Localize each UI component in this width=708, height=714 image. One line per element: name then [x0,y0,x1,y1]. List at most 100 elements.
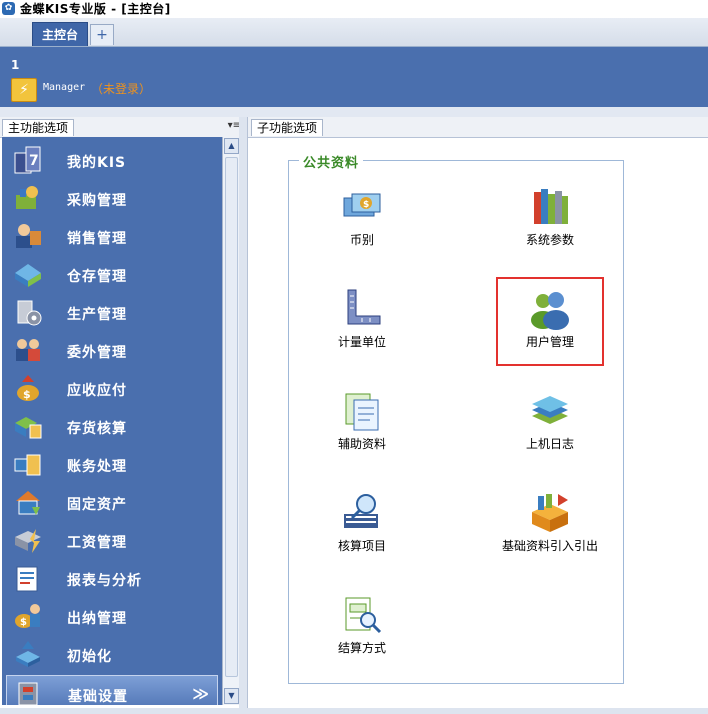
function-measurement-unit[interactable]: 计量单位 [307,288,417,370]
function-label: 辅助资料 [337,437,386,451]
nav-label: 应收应付 [67,383,127,399]
svg-text:$: $ [20,617,27,628]
nav-label: 工资管理 [67,535,127,551]
highlight-box [496,277,604,366]
purchase-icon [12,183,44,213]
tab-main-console[interactable]: 主控台 [32,22,88,46]
function-log[interactable]: 上机日志 [495,390,605,472]
auxiliary-data-icon [340,390,384,432]
function-settlement[interactable]: 结算方式 [307,594,417,676]
nav-scrollbar[interactable]: ▲ ▼ [222,137,240,705]
accounting-items-icon [340,492,384,534]
svg-text:$: $ [363,200,369,210]
report-icon [12,563,44,593]
main-function-header: 主功能选项 ▾≡ [0,117,245,138]
public-data-group: 公共资料 $ 币别 系统参数 计量单位 用户管理 辅助资料 上机日志 核算项目 … [288,152,624,684]
sub-function-tab[interactable]: 子功能选项 [251,119,324,136]
panel-splitter[interactable] [239,117,248,714]
group-title: 公共资料 [299,152,364,171]
function-currency[interactable]: $ 币别 [307,186,417,268]
nav-label: 采购管理 [67,193,127,209]
svg-text:7: 7 [29,153,39,169]
function-system-parameters[interactable]: 系统参数 [495,186,605,268]
scroll-thumb[interactable] [225,157,238,677]
main-function-tab[interactable]: 主功能选项 [2,119,75,136]
nav-item-cashier[interactable]: $ 出纳管理 [2,597,222,635]
scroll-down-arrow-icon[interactable]: ▼ [224,688,239,704]
sub-function-content: 公共资料 $ 币别 系统参数 计量单位 用户管理 辅助资料 上机日志 核算项目 … [248,138,708,708]
nav-item-report[interactable]: 报表与分析 [2,559,222,597]
user-info-bar: 1 ⚡ Manager （未登录） [0,47,708,107]
nav-item-ledger[interactable]: 账务处理 [2,445,222,483]
scroll-up-arrow-icon[interactable]: ▲ [224,138,239,154]
add-tab-button[interactable]: + [90,24,114,45]
nav-item-fixed-assets[interactable]: 固定资产 [2,483,222,521]
nav-item-warehouse[interactable]: 仓存管理 [2,255,222,293]
user-name: Manager [43,82,86,93]
log-icon [528,390,572,432]
nav-label: 出纳管理 [67,611,127,627]
nav-item-payroll[interactable]: 工资管理 [2,521,222,559]
cashier-icon: $ [12,601,44,631]
double-chevron-right-icon: ≫ [192,684,209,703]
initialize-icon [12,639,44,669]
nav-item-basic-settings[interactable]: 基础设置 ≫ [6,675,218,705]
warehouse-icon [12,259,44,289]
import-export-icon [528,492,572,534]
nav-label: 固定资产 [67,497,127,513]
nav-item-initialize[interactable]: 初始化 [2,635,222,673]
nav-label: 生产管理 [67,307,127,323]
bottom-border [0,708,708,714]
nav-item-my-kis[interactable]: 7 我的KIS [2,141,222,179]
nav-label: 销售管理 [67,231,127,247]
separator [0,107,708,117]
outsourcing-icon [12,335,44,365]
nav-label: 报表与分析 [67,573,142,589]
production-icon [12,297,44,327]
nav-item-inventory-accounting[interactable]: 存货核算 [2,407,222,445]
payroll-icon [12,525,44,555]
function-label: 币别 [349,233,374,247]
nav-label: 初始化 [67,649,112,665]
function-label: 系统参数 [525,233,574,247]
receivable-payable-icon: $ [12,373,44,403]
nav-label: 仓存管理 [67,269,127,285]
measurement-unit-icon [340,288,384,330]
function-import-export[interactable]: 基础资料引入引出 [495,492,605,574]
inventory-accounting-icon [12,411,44,441]
nav-item-purchase[interactable]: 采购管理 [2,179,222,217]
my-kis-icon: 7 [12,145,44,175]
nav-item-sales[interactable]: 销售管理 [2,217,222,255]
nav-label: 我的KIS [67,155,127,171]
basic-settings-icon [13,679,45,705]
nav-label: 委外管理 [67,345,127,361]
function-label: 计量单位 [337,335,386,349]
nav-item-receivable-payable[interactable]: $ 应收应付 [2,369,222,407]
nav-label: 存货核算 [67,421,127,437]
nav-label: 基础设置 [68,689,128,705]
svg-text:$: $ [23,388,31,401]
settlement-icon [340,594,384,636]
function-label: 核算项目 [337,539,386,553]
nav-item-outsourcing[interactable]: 委外管理 [2,331,222,369]
main-function-nav: 7 我的KIS 采购管理 销售管理 仓存管理 生产管理 委外管理 $ 应收应付 … [2,137,222,705]
tab-strip: 主控台 + [0,18,708,47]
title-bar: ✿ 金蝶KIS专业版 - [主控台] [0,0,708,18]
sales-icon [12,221,44,251]
function-label: 结算方式 [337,641,386,655]
function-accounting-items[interactable]: 核算项目 [307,492,417,574]
function-label: 基础资料引入引出 [501,539,598,553]
login-status[interactable]: （未登录） [91,80,151,97]
window-title: 金蝶KIS专业版 - [主控台] [20,2,171,16]
account-id: 1 [11,58,20,72]
nav-label: 账务处理 [67,459,127,475]
kingdee-app-icon: ✿ [2,2,15,15]
lightning-icon: ⚡ [11,78,37,102]
ledger-icon [12,449,44,479]
function-auxiliary-data[interactable]: 辅助资料 [307,390,417,472]
currency-icon: $ [340,186,384,228]
system-parameters-icon [528,186,572,228]
fixed-assets-icon [12,487,44,517]
nav-item-production[interactable]: 生产管理 [2,293,222,331]
sub-function-header: 子功能选项 [248,117,708,138]
